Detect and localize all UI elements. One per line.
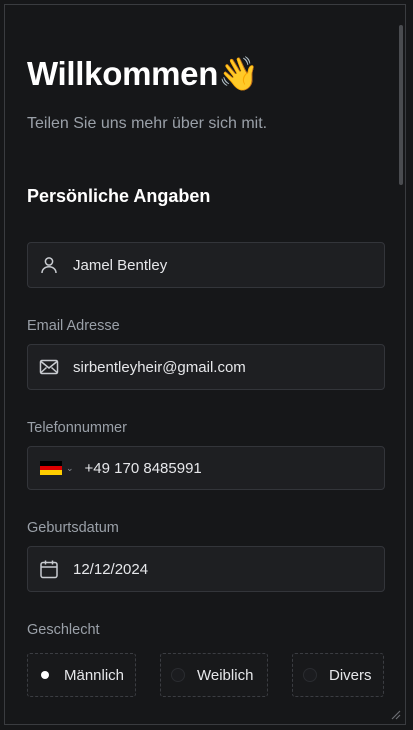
- phone-value: +49 170 8485991: [84, 459, 202, 477]
- gender-option-maennlich[interactable]: Männlich: [27, 653, 136, 697]
- title-text: Willkommen: [27, 55, 219, 92]
- gender-option-label: Männlich: [64, 666, 125, 684]
- chevron-down-icon: ⌄: [66, 462, 74, 473]
- gender-option-label: Weiblich: [197, 666, 254, 684]
- page-subtitle: Teilen Sie uns mehr über sich mit.: [27, 115, 268, 132]
- de-flag-icon: [40, 461, 62, 476]
- radio-selected-icon: [38, 668, 52, 682]
- phone-field[interactable]: ⌄ +49 170 8485991: [27, 446, 385, 490]
- page-title: Willkommen👋: [27, 55, 259, 94]
- birthdate-field[interactable]: 12/12/2024: [27, 546, 385, 592]
- radio-unselected-icon: [171, 668, 185, 682]
- birthdate-label: Geburtsdatum: [27, 520, 119, 536]
- phone-label: Telefonnummer: [27, 420, 127, 436]
- gender-option-weiblich[interactable]: Weiblich: [160, 653, 268, 697]
- country-selector[interactable]: ⌄: [40, 461, 74, 476]
- resize-grip-icon[interactable]: [389, 708, 401, 720]
- form-window: Willkommen👋 Teilen Sie uns mehr über sic…: [4, 4, 406, 725]
- scrollbar[interactable]: [399, 25, 403, 185]
- gender-options: Männlich Weiblich Divers: [27, 653, 385, 697]
- wave-emoji-icon: 👋: [218, 55, 259, 92]
- gender-label: Geschlecht: [27, 622, 100, 638]
- gender-option-divers[interactable]: Divers: [292, 653, 384, 697]
- user-icon: [39, 255, 59, 275]
- mail-icon: [39, 357, 59, 377]
- gender-option-label: Divers: [329, 666, 372, 684]
- email-field[interactable]: sirbentleyheir@gmail.com: [27, 344, 385, 390]
- birthdate-value: 12/12/2024: [73, 560, 149, 578]
- email-value: sirbentleyheir@gmail.com: [73, 358, 246, 376]
- radio-unselected-icon: [303, 668, 317, 682]
- section-title: Persönliche Angaben: [27, 186, 211, 206]
- calendar-icon: [39, 559, 59, 579]
- name-value: Jamel Bentley: [73, 256, 168, 274]
- name-field[interactable]: Jamel Bentley: [27, 242, 385, 288]
- email-label: Email Adresse: [27, 318, 120, 334]
